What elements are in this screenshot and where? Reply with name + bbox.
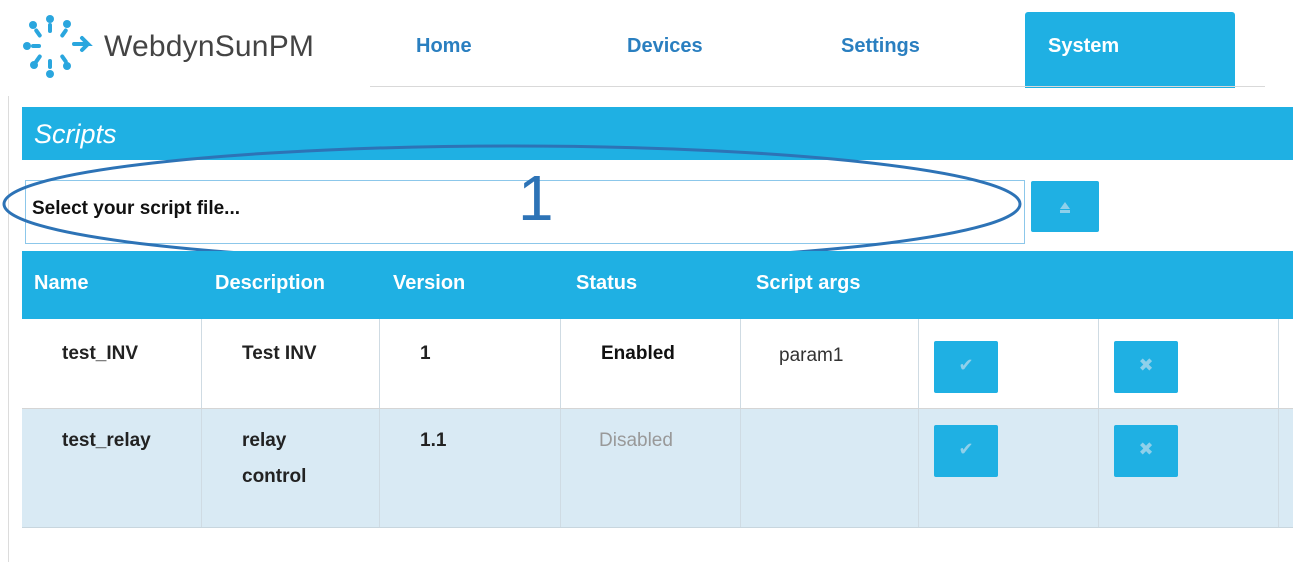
cell-args — [741, 409, 919, 527]
cell-name: test_INV — [22, 319, 202, 408]
cell-delete: ✖ — [1099, 409, 1279, 527]
script-version: 1.1 — [420, 430, 447, 451]
cell-status: Disabled — [561, 409, 741, 527]
cell-description: Test INV — [202, 319, 380, 408]
check-icon: ✔ — [958, 439, 974, 460]
script-description: Test INV — [242, 343, 317, 364]
column-header-name[interactable]: Name — [34, 272, 88, 295]
cell-enable: ✔ — [919, 409, 1099, 527]
close-icon: ✖ — [1138, 355, 1154, 376]
column-header-version[interactable]: Version — [393, 272, 465, 295]
check-icon: ✔ — [958, 355, 974, 376]
tab-devices[interactable]: Devices — [600, 12, 800, 88]
upload-button[interactable] — [1031, 181, 1099, 232]
tab-devices-label: Devices — [627, 35, 703, 57]
cell-name: test_relay — [22, 409, 202, 527]
delete-button[interactable]: ✖ — [1114, 341, 1178, 393]
annotation-number: 1 — [518, 162, 554, 234]
column-header-script-args[interactable]: Script args — [756, 272, 860, 295]
script-description-line1: relay — [242, 430, 287, 451]
script-name: test_relay — [62, 430, 151, 451]
tab-system[interactable]: System — [1025, 12, 1235, 88]
script-name: test_INV — [62, 343, 139, 364]
table-row: test_INV Test INV 1 Enabled param1 ✔ ✖ — [22, 319, 1293, 409]
enable-button[interactable]: ✔ — [934, 341, 998, 393]
app-logo[interactable]: WebdynSunPM — [22, 14, 342, 78]
sun-logo-icon — [23, 15, 93, 78]
tab-home[interactable]: Home — [370, 12, 570, 88]
cell-delete: ✖ — [1099, 319, 1279, 408]
nav-divider — [370, 86, 1265, 87]
cell-args: param1 — [741, 319, 919, 408]
cell-status: Enabled — [561, 319, 741, 408]
column-header-status[interactable]: Status — [576, 272, 637, 295]
delete-button[interactable]: ✖ — [1114, 425, 1178, 477]
script-status: Disabled — [599, 430, 673, 451]
tab-system-label: System — [1048, 35, 1120, 57]
script-version: 1 — [420, 343, 431, 364]
main-nav: Home Devices Settings System — [370, 12, 1270, 88]
script-args: param1 — [779, 345, 844, 366]
cell-description: relay control — [202, 409, 380, 527]
table-row: test_relay relay control 1.1 Disabled ✔ … — [22, 409, 1293, 528]
cell-version: 1.1 — [380, 409, 561, 527]
column-header-description[interactable]: Description — [215, 272, 325, 295]
app-name: WebdynSunPM — [104, 30, 315, 63]
table-header: Name Description Version Status Script a… — [22, 251, 1293, 319]
enable-button[interactable]: ✔ — [934, 425, 998, 477]
script-description-line2: control — [242, 466, 307, 487]
script-status: Enabled — [601, 343, 675, 364]
cell-version: 1 — [380, 319, 561, 408]
upload-icon — [1060, 202, 1070, 213]
tab-settings-label: Settings — [841, 35, 920, 57]
tab-settings[interactable]: Settings — [810, 12, 1010, 88]
close-icon: ✖ — [1138, 439, 1154, 460]
cell-enable: ✔ — [919, 319, 1099, 408]
tab-home-label: Home — [416, 35, 472, 57]
